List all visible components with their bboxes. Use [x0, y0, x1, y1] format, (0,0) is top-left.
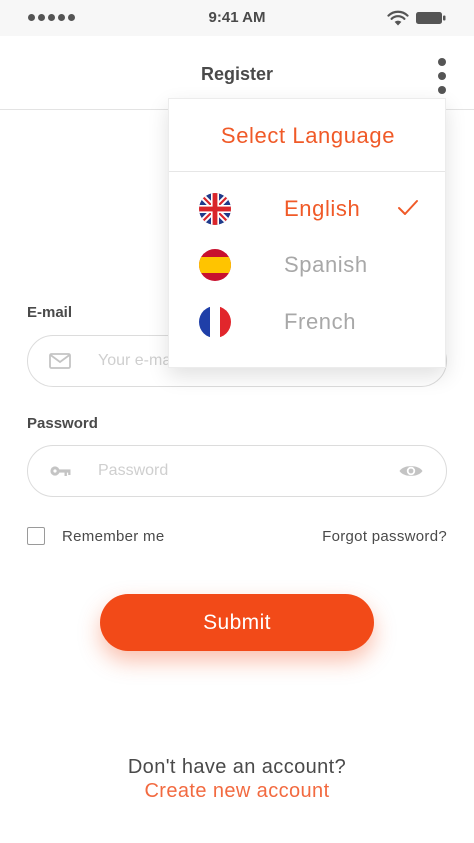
email-label: E-mail	[27, 304, 73, 321]
key-icon	[50, 466, 71, 476]
password-label: Password	[27, 415, 98, 432]
envelope-icon	[49, 353, 71, 369]
wifi-icon	[387, 10, 409, 26]
create-account-link[interactable]: Create new account	[0, 780, 474, 803]
remember-me-label: Remember me	[62, 527, 165, 545]
page-title: Register	[200, 64, 274, 84]
language-label: Spanish	[284, 252, 368, 277]
language-label: English	[284, 196, 361, 221]
no-account-text: Don't have an account?	[127, 756, 347, 778]
more-options-icon[interactable]	[432, 58, 452, 94]
language-option-french[interactable]: French	[169, 296, 445, 348]
show-password-icon[interactable]	[398, 461, 424, 481]
spain-flag-icon	[199, 249, 231, 281]
battery-icon	[416, 12, 446, 24]
remember-me-checkbox[interactable]	[27, 527, 45, 545]
language-label: French	[284, 309, 357, 334]
remember-me-toggle[interactable]: Remember me	[27, 527, 165, 545]
password-field[interactable]	[27, 445, 447, 497]
language-dropdown-title: Select Language	[220, 123, 396, 148]
divider	[169, 171, 445, 172]
france-flag-icon	[199, 306, 231, 338]
password-input[interactable]	[98, 458, 388, 484]
forgot-password-link[interactable]: Forgot password?	[322, 528, 447, 545]
uk-flag-icon	[199, 193, 231, 225]
language-dropdown: Select Language English Spanish French	[168, 98, 446, 368]
language-option-spanish[interactable]: Spanish	[169, 239, 445, 291]
submit-button[interactable]: Submit	[100, 594, 374, 651]
language-option-english[interactable]: English	[169, 183, 445, 235]
status-bar: 9:41 AM	[0, 0, 474, 36]
checkmark-icon	[398, 200, 418, 215]
